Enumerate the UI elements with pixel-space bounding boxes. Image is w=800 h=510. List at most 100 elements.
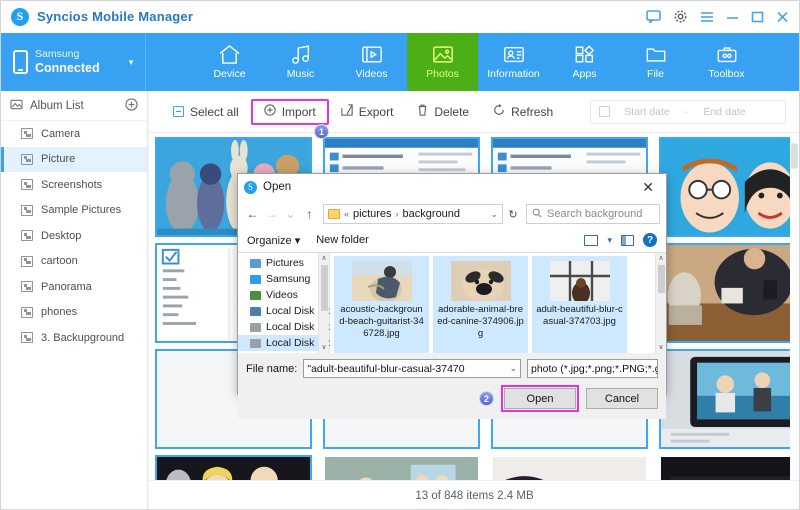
tab-videos[interactable]: Videos xyxy=(336,33,407,91)
address-bar[interactable]: « pictures › background ⌄ xyxy=(323,204,503,224)
menu-icon[interactable] xyxy=(700,11,714,23)
minimize-icon[interactable] xyxy=(726,11,739,23)
home-icon xyxy=(218,44,241,65)
photo-thumbnail[interactable] xyxy=(155,455,312,480)
dialog-close-button[interactable]: ✕ xyxy=(636,180,660,194)
import-button[interactable]: Import xyxy=(250,98,329,125)
tab-information[interactable]: Information xyxy=(478,33,549,91)
dialog-nav-bar: ← → ⌄ ↑ « pictures › background ⌄ ↻ Sear… xyxy=(238,200,666,228)
device-icon xyxy=(250,274,261,284)
tab-file[interactable]: File xyxy=(620,33,691,91)
breadcrumb-background[interactable]: background xyxy=(403,208,461,220)
chevron-down-icon[interactable]: ▾ xyxy=(607,235,612,246)
cancel-button[interactable]: Cancel xyxy=(586,388,658,409)
back-button[interactable]: ← xyxy=(244,207,261,221)
file-item[interactable]: adorable-animal-breed-canine-374906.jpg xyxy=(433,256,528,353)
folder-icon xyxy=(328,209,340,219)
open-button[interactable]: Open xyxy=(504,388,576,409)
sidebar-item-camera[interactable]: Camera xyxy=(1,121,147,147)
sidebar-item-backupground[interactable]: 3. Backupground xyxy=(1,325,147,351)
date-range-filter[interactable]: Start date - End date xyxy=(590,99,786,124)
annotation-badge-1: 1 xyxy=(314,124,329,139)
photo-thumbnail[interactable] xyxy=(491,455,648,480)
scroll-up-icon[interactable]: ∧ xyxy=(319,253,329,264)
tree-item-local-disk-e[interactable]: Local Disk (E:) xyxy=(238,335,334,351)
message-icon[interactable] xyxy=(646,10,661,23)
sidebar-item-picture[interactable]: Picture xyxy=(1,146,147,172)
tab-photos[interactable]: Photos xyxy=(407,33,478,91)
refresh-button[interactable]: Refresh xyxy=(481,99,565,125)
photo-thumbnail[interactable] xyxy=(659,349,799,449)
organize-button[interactable]: Organize ▾ xyxy=(247,234,300,247)
chevron-down-icon[interactable]: ⌄ xyxy=(490,209,498,220)
new-folder-button[interactable]: New folder xyxy=(316,234,369,246)
end-date-input[interactable]: End date xyxy=(692,106,758,118)
tab-label: Music xyxy=(286,68,315,80)
search-input[interactable]: Search background xyxy=(526,204,660,224)
tree-item-pictures[interactable]: Pictures xyxy=(238,255,329,271)
drive-icon xyxy=(250,306,261,316)
chevron-down-icon[interactable]: ⌄ xyxy=(506,363,517,374)
up-button[interactable]: ↑ xyxy=(301,207,318,221)
album-list-header: Album List xyxy=(1,91,147,121)
tree-scrollbar[interactable]: ∧ ∨ xyxy=(318,253,329,353)
grid-scrollbar[interactable] xyxy=(790,133,799,480)
sidebar-item-label: phones xyxy=(41,306,78,319)
photo-thumbnail[interactable] xyxy=(659,243,799,343)
tab-toolbox[interactable]: Toolbox xyxy=(691,33,762,91)
select-all-button[interactable]: Select all xyxy=(161,99,251,125)
photos-toolbar: Select all Import Export Delete Refresh xyxy=(149,91,799,133)
file-type-select[interactable]: photo (*.jpg;*.png;*.PNG;*.gif;* ⌄ xyxy=(527,359,658,378)
sidebar-item-screenshots[interactable]: Screenshots xyxy=(1,172,147,198)
photo-thumbnail[interactable] xyxy=(659,137,799,237)
forward-button[interactable]: → xyxy=(263,207,280,221)
grid-scrollbar-thumb[interactable] xyxy=(791,143,798,169)
tree-item-local-disk-c[interactable]: Local Disk (C:) xyxy=(238,303,335,319)
help-icon[interactable]: ? xyxy=(643,233,657,247)
file-list-scrollbar[interactable]: ∧ ∨ xyxy=(655,253,666,353)
sidebar-item-phones[interactable]: phones xyxy=(1,300,147,326)
file-name-label: adult-beautiful-blur-casual-374703.jpg xyxy=(536,304,623,327)
recent-locations-button[interactable]: ⌄ xyxy=(282,207,299,221)
scroll-up-icon[interactable]: ∧ xyxy=(656,253,666,264)
scroll-down-icon[interactable]: ∨ xyxy=(319,342,329,353)
tree-item-local-disk-d[interactable]: Local Disk (D:) xyxy=(238,319,335,335)
chevron-down-icon[interactable]: ▼ xyxy=(127,58,135,67)
file-item[interactable]: adult-beautiful-blur-casual-374703.jpg xyxy=(532,256,627,353)
delete-button[interactable]: Delete xyxy=(405,99,481,125)
close-icon[interactable] xyxy=(776,11,789,23)
music-note-icon xyxy=(290,44,312,65)
file-item[interactable]: acoustic-background-beach-guitarist-3467… xyxy=(334,256,429,353)
file-name-label: adorable-animal-breed-canine-374906.jpg xyxy=(437,304,524,339)
search-icon xyxy=(532,208,542,221)
scroll-down-icon[interactable]: ∨ xyxy=(656,342,666,353)
tree-scrollbar-thumb[interactable] xyxy=(321,265,328,311)
plus-circle-icon[interactable] xyxy=(125,97,138,114)
tab-device[interactable]: Device xyxy=(194,33,265,91)
tab-music[interactable]: Music xyxy=(265,33,336,91)
export-button[interactable]: Export xyxy=(329,99,406,125)
sidebar-item-cartoon[interactable]: cartoon xyxy=(1,249,147,275)
sidebar-item-desktop[interactable]: Desktop xyxy=(1,223,147,249)
photo-thumbnail[interactable] xyxy=(659,455,799,480)
start-date-input[interactable]: Start date xyxy=(614,106,680,118)
album-thumb-icon xyxy=(21,128,33,140)
breadcrumb-pictures[interactable]: pictures xyxy=(353,208,392,220)
gear-icon[interactable] xyxy=(673,9,688,24)
photo-thumbnail[interactable] xyxy=(323,455,480,480)
sidebar-item-sample-pictures[interactable]: Sample Pictures xyxy=(1,198,147,224)
view-mode-icon[interactable] xyxy=(584,234,599,246)
maximize-icon[interactable] xyxy=(751,11,764,23)
device-selector[interactable]: Samsung Connected ▼ xyxy=(1,33,146,91)
preview-pane-icon[interactable] xyxy=(621,234,634,246)
file-name-input[interactable]: "adult-beautiful-blur-casual-37470 ⌄ xyxy=(303,359,521,378)
tree-item-videos[interactable]: Videos xyxy=(238,287,329,303)
tab-label: Information xyxy=(487,68,540,80)
sidebar-item-panorama[interactable]: Panorama xyxy=(1,274,147,300)
tree-item-samsung[interactable]: Samsung xyxy=(238,271,329,287)
tab-apps[interactable]: Apps xyxy=(549,33,620,91)
open-file-dialog: S Open ✕ ← → ⌄ ↑ « pictures › background… xyxy=(237,173,667,419)
phone-icon xyxy=(13,50,28,74)
file-list-scrollbar-thumb[interactable] xyxy=(658,265,665,293)
refresh-icon[interactable]: ↻ xyxy=(505,208,521,221)
